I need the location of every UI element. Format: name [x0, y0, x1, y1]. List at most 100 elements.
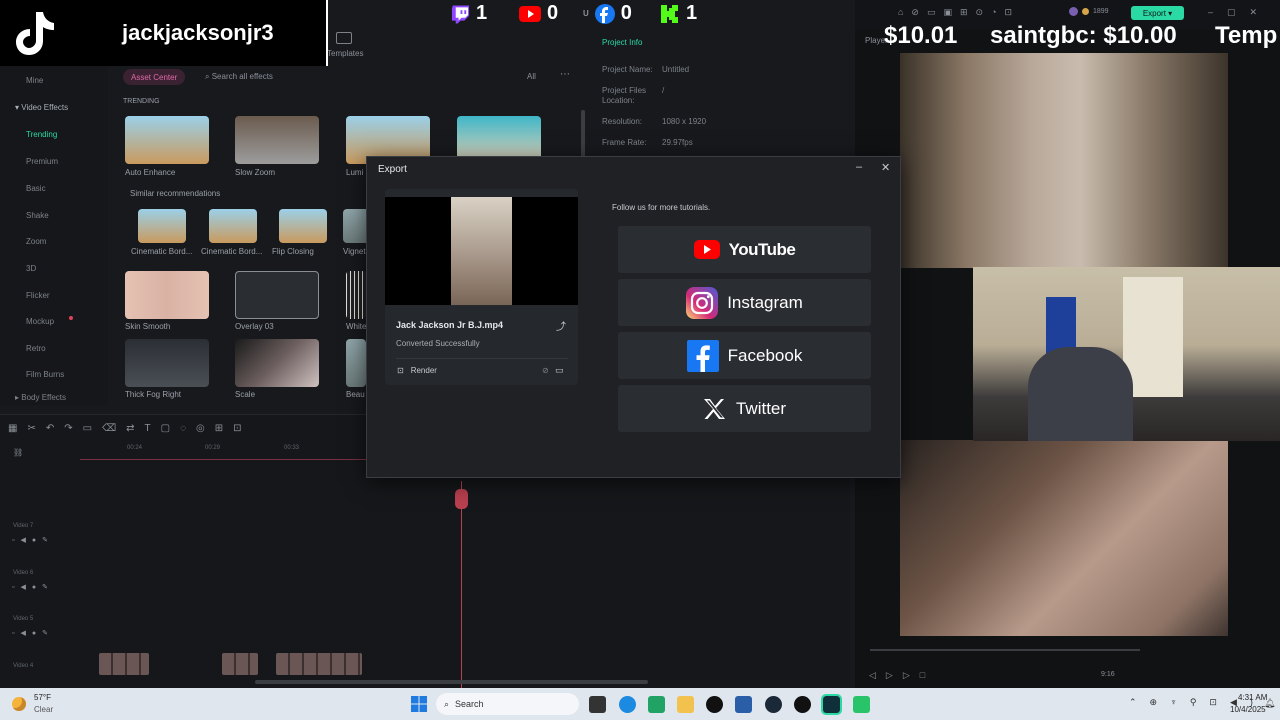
effect-thumb[interactable] [346, 339, 366, 387]
sidebar-item-trending[interactable]: Trending [26, 130, 57, 139]
app-icon[interactable] [735, 696, 752, 713]
player-aspect[interactable]: 9:16 [1101, 671, 1115, 678]
timeline-clip[interactable] [99, 653, 149, 675]
effect-thumb-thick-fog[interactable] [125, 339, 209, 387]
taskbar-search[interactable]: ⌕ Search [436, 693, 579, 715]
timeline-toolbar[interactable]: ▦✂↶↷▭⌫⇄T▢◌◎⊞⊡ [8, 423, 252, 434]
folder-icon[interactable]: ▭ [555, 365, 564, 376]
youtube-link-button[interactable]: YouTube [618, 226, 871, 273]
sidebar-item-shake[interactable]: Shake [26, 211, 49, 220]
track-controls[interactable]: ▫◀●✎ [12, 629, 54, 637]
youtube-label: YouTube [728, 239, 796, 259]
donation-ticker: saintgbc: $10.00 [990, 22, 1177, 49]
clock-time[interactable]: 4:31 AM [1238, 693, 1267, 702]
effect-thumb-scale[interactable] [235, 339, 319, 387]
player-controls[interactable]: ◁▷▷□ [869, 670, 935, 681]
templates-label[interactable]: Templates [327, 49, 363, 58]
frame-rate-value: 29.97fps [662, 138, 693, 147]
effect-thumb-overlay-03[interactable] [235, 271, 319, 319]
link-icon[interactable]: ⛓ [13, 448, 23, 457]
playhead-handle[interactable] [455, 489, 468, 509]
project-name-label: Project Name: [602, 65, 653, 74]
video-frame [451, 197, 512, 305]
task-view-icon[interactable] [589, 696, 606, 713]
effect-label: Cinematic Bord... [131, 247, 193, 256]
kick-count: 1 [686, 2, 698, 24]
track-controls[interactable]: ▫◀●✎ [12, 536, 54, 544]
asset-center-button[interactable]: Asset Center [123, 69, 186, 85]
sidebar-item-3d[interactable]: 3D [26, 264, 36, 273]
tiktok-icon[interactable] [706, 696, 723, 713]
facebook-link-button[interactable]: Facebook [618, 332, 871, 379]
donation-ticker: Temp [1215, 22, 1278, 49]
edge-icon[interactable] [619, 696, 636, 713]
effect-thumb-auto-enhance[interactable] [125, 116, 209, 164]
sidebar-video-effects[interactable]: ▾ Video Effects [15, 103, 68, 112]
sidebar-item-film-burns[interactable]: Film Burns [26, 370, 64, 379]
minimize-button[interactable]: – [856, 161, 862, 173]
divider [396, 358, 568, 359]
window-controls[interactable]: –▢✕ [1208, 7, 1271, 18]
weather-condition[interactable]: Clear [34, 705, 53, 714]
render-button[interactable]: ⊡ Render [397, 366, 437, 375]
editor-app-icon[interactable] [821, 694, 842, 715]
facebook-counter: U 0 [583, 2, 632, 25]
excel-icon[interactable] [648, 696, 665, 713]
facebook-count: 0 [620, 2, 632, 24]
templates-icon[interactable] [336, 32, 352, 44]
playhead[interactable] [461, 481, 462, 689]
project-files-value: / [662, 86, 665, 95]
coin-count: 1899 [1093, 8, 1109, 15]
effect-thumb[interactable] [209, 209, 257, 243]
instagram-link-button[interactable]: Instagram [618, 279, 871, 326]
similar-heading: Similar recommendations [130, 189, 221, 198]
clock-date[interactable]: 10/4/2025 [1230, 705, 1266, 714]
sidebar-item-zoom[interactable]: Zoom [26, 237, 46, 246]
effect-label: Cinematic Bord... [201, 247, 263, 256]
effect-thumb[interactable] [346, 271, 366, 319]
editor-toolbar-icons[interactable]: ⌂⊘▭▣⊞⊙◔⊡ [898, 7, 1020, 18]
twitch-count: 1 [476, 2, 488, 24]
tab-project-info[interactable]: Project Info [602, 38, 642, 47]
sidebar-item-premium[interactable]: Premium [26, 157, 58, 166]
effect-thumb-skin-smooth[interactable] [125, 271, 209, 319]
effect-thumb-slow-zoom[interactable] [235, 116, 319, 164]
time-tick: 00:33 [284, 445, 300, 451]
sidebar-item-basic[interactable]: Basic [26, 184, 46, 193]
new-dot [69, 316, 73, 320]
effect-thumb[interactable] [279, 209, 327, 243]
more-icon[interactable]: ⋯ [560, 69, 570, 80]
export-button[interactable]: Export ▾ [1131, 6, 1184, 20]
track-controls[interactable]: ▫◀●✎ [12, 583, 54, 591]
sidebar-item-retro[interactable]: Retro [26, 344, 46, 353]
effect-thumb[interactable] [138, 209, 186, 243]
file-explorer-icon[interactable] [677, 696, 694, 713]
search-effects-input[interactable]: ⌕ Search all effects [205, 72, 273, 82]
status-text: Converted Successfully [396, 339, 480, 348]
share-icon[interactable]: ⤴ [556, 318, 566, 333]
facebook-label: Facebook [727, 345, 803, 365]
streamlabs-icon[interactable] [853, 696, 870, 713]
windows-start-icon[interactable] [411, 696, 427, 712]
timeline-clip[interactable] [276, 653, 362, 675]
sidebar-mine[interactable]: Mine [26, 76, 43, 85]
kick-icon [661, 4, 678, 23]
timeline-clip[interactable] [222, 653, 258, 675]
filter-all-button[interactable]: All [527, 72, 536, 81]
coin-counter[interactable]: 1899 [1069, 7, 1109, 16]
steam-icon[interactable] [765, 696, 782, 713]
sidebar-body-effects[interactable]: ▸ Body Effects [15, 393, 66, 402]
tiktok-live-icon[interactable] [794, 696, 811, 713]
timeline-scrollbar[interactable] [255, 680, 648, 684]
close-button[interactable]: ✕ [881, 161, 890, 174]
render-icon: ⊡ [397, 366, 404, 375]
sidebar-item-flicker[interactable]: Flicker [26, 291, 50, 300]
weather-temp[interactable]: 57°F [34, 693, 51, 702]
notification-icon[interactable]: 🔔︎ [1264, 698, 1275, 709]
video-thumbnail[interactable] [385, 197, 578, 305]
effect-label: Thick Fog Right [125, 390, 182, 399]
twitter-link-button[interactable]: Twitter [618, 385, 871, 432]
video-effects-label: Video Effects [21, 103, 69, 112]
sidebar-item-mockup[interactable]: Mockup [26, 317, 54, 326]
player-progress[interactable] [870, 649, 1140, 651]
